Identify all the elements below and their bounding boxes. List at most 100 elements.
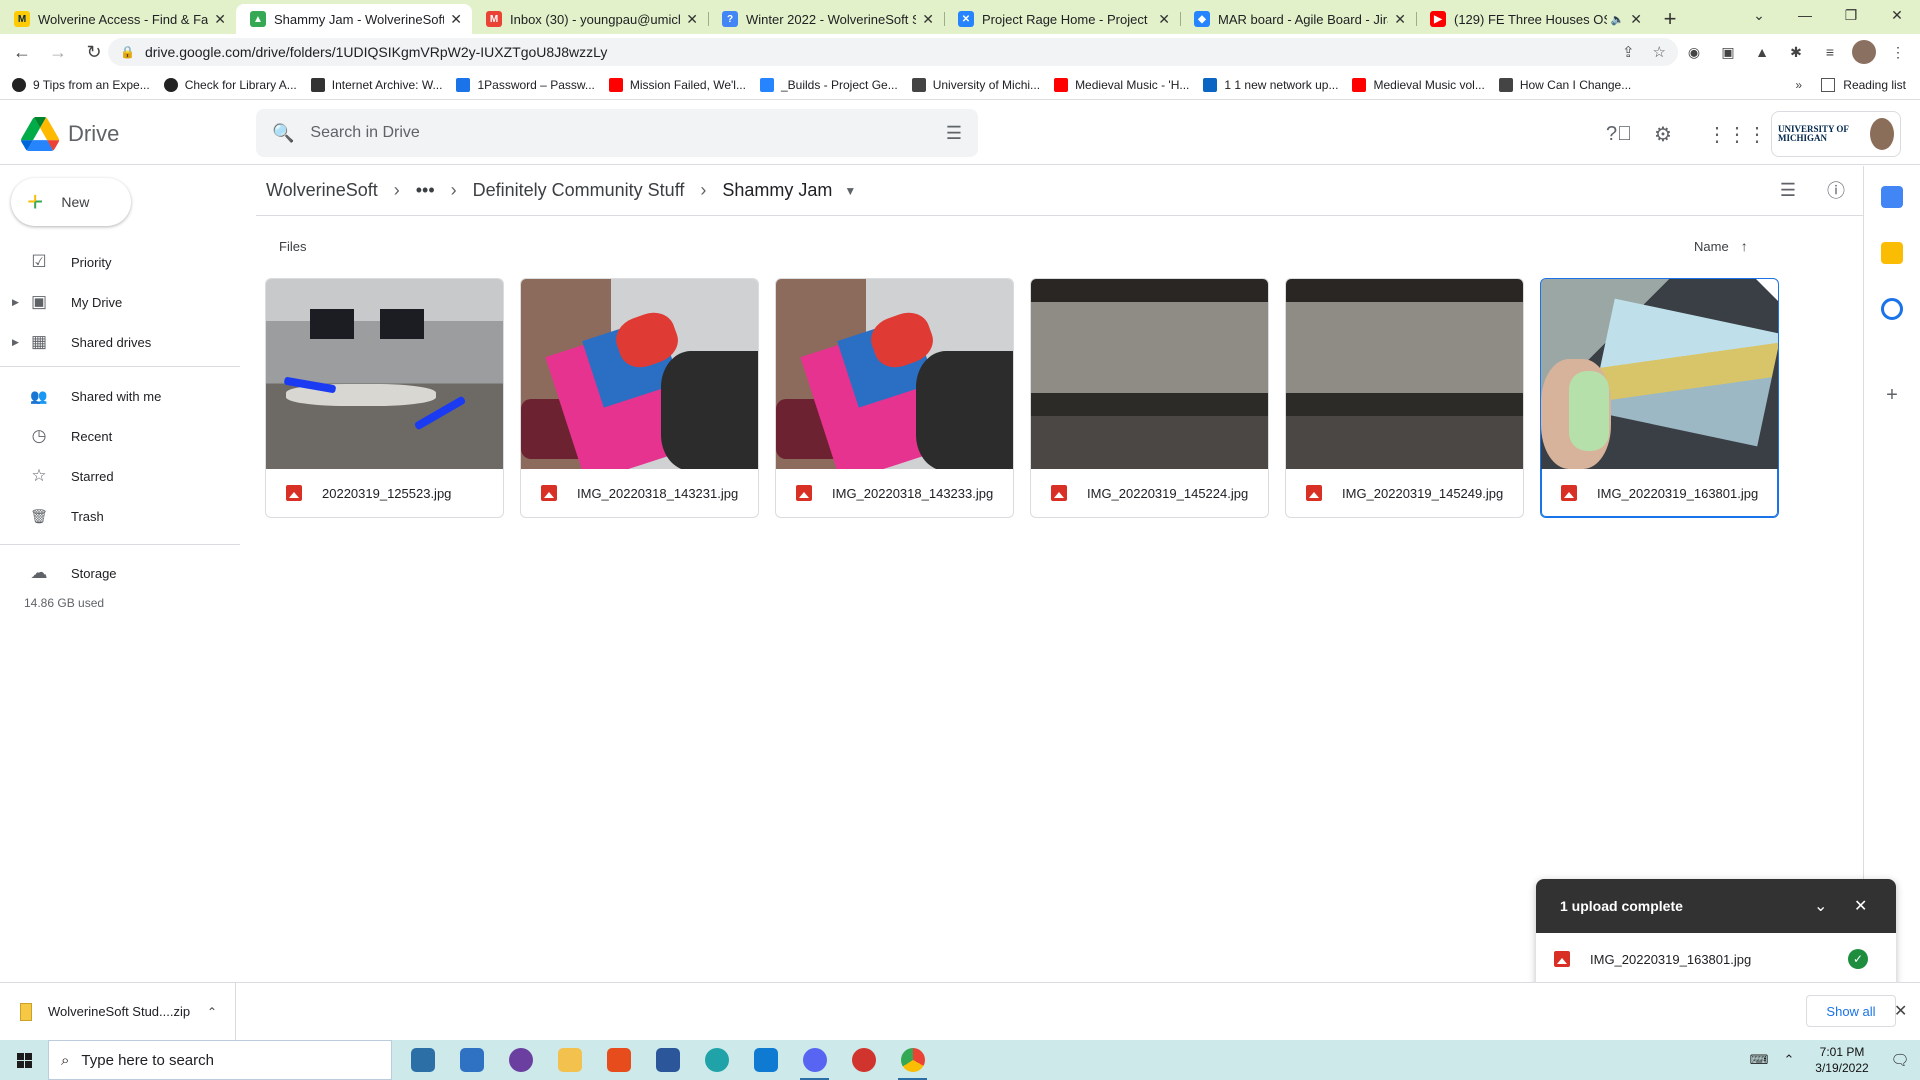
taskbar-app-store-icon[interactable]	[398, 1040, 447, 1080]
info-icon[interactable]: ⓘ	[1824, 178, 1848, 202]
breadcrumb-current[interactable]: Shammy Jam	[712, 176, 842, 205]
nav-starred[interactable]: ☆ Starred	[0, 460, 238, 492]
file-card[interactable]: IMG_20220318_143231.jpg	[520, 278, 759, 518]
expand-arrow-icon[interactable]: ▶	[12, 297, 19, 308]
bookmark-item[interactable]: 1 1 new network up...	[1203, 77, 1338, 92]
help-icon[interactable]: ?⃝	[1606, 121, 1632, 147]
taskbar-word-icon[interactable]	[643, 1040, 692, 1080]
bookmark-item[interactable]: Mission Failed, We'l...	[608, 77, 746, 92]
reload-icon[interactable]: ↻	[80, 38, 108, 66]
account-switcher[interactable]: UNIVERSITY OF MICHIGAN	[1771, 111, 1901, 157]
browser-tab-active[interactable]: ▲ Shammy Jam - WolverineSoft - G ✕	[236, 4, 472, 34]
minimize-icon[interactable]: —	[1782, 0, 1828, 30]
drive-search-box[interactable]: 🔍 Search in Drive ☰	[256, 109, 978, 157]
taskbar-github-icon[interactable]	[496, 1040, 545, 1080]
tab-close-icon[interactable]: ✕	[1394, 11, 1406, 28]
calendar-icon[interactable]	[1881, 186, 1903, 208]
taskbar-office-icon[interactable]	[594, 1040, 643, 1080]
puzzle-icon[interactable]: ✱	[1784, 40, 1808, 64]
url-text[interactable]: drive.google.com/drive/folders/1UDIQSIKg…	[145, 44, 1604, 60]
nav-storage[interactable]: ☁ Storage	[0, 557, 238, 589]
nav-recent[interactable]: ◷ Recent	[0, 420, 238, 452]
speaker-icon[interactable]: 🔈	[1611, 13, 1625, 26]
extension-icon[interactable]: ◉	[1682, 40, 1706, 64]
taskbar-search[interactable]: ⌕ Type here to search	[48, 1040, 392, 1080]
upload-item[interactable]: IMG_20220319_163801.jpg ✓	[1536, 933, 1896, 985]
address-bar[interactable]: 🔒 drive.google.com/drive/folders/1UDIQSI…	[108, 38, 1678, 66]
browser-tab[interactable]: ▶ (129) FE Three Houses OST 🔈 ✕	[1416, 4, 1652, 34]
collapse-chevron-icon[interactable]: ⌄	[1814, 896, 1827, 916]
search-options-icon[interactable]: ☰	[946, 123, 962, 144]
tab-search-icon[interactable]: ⌄	[1736, 0, 1782, 30]
tab-close-icon[interactable]: ✕	[686, 11, 698, 28]
browser-tab[interactable]: ? Winter 2022 - WolverineSoft Stu ✕	[708, 4, 944, 34]
tab-close-icon[interactable]: ✕	[1630, 11, 1642, 28]
file-card[interactable]: IMG_20220319_145249.jpg	[1285, 278, 1524, 518]
add-addon-icon[interactable]: +	[1881, 384, 1903, 406]
nav-shared-with-me[interactable]: 👥 Shared with me	[0, 380, 238, 412]
new-button[interactable]: + New	[11, 178, 131, 226]
bookmark-item[interactable]: University of Michi...	[911, 77, 1040, 92]
sort-by-name[interactable]: Name ↑	[1694, 238, 1748, 254]
caret-down-icon[interactable]: ▼	[844, 184, 856, 198]
tasks-icon[interactable]	[1881, 298, 1903, 320]
bookmark-item[interactable]: Medieval Music - 'H...	[1054, 77, 1189, 92]
bookmark-item[interactable]: Medieval Music vol...	[1352, 77, 1485, 92]
browser-tab[interactable]: M Wolverine Access - Find & Favor ✕	[0, 4, 236, 34]
taskbar-discord-icon[interactable]	[790, 1040, 839, 1080]
breadcrumb-root[interactable]: WolverineSoft	[256, 176, 388, 205]
tab-close-icon[interactable]: ✕	[214, 11, 226, 28]
more-menu-icon[interactable]: ⋮	[1886, 40, 1910, 64]
file-card[interactable]: IMG_20220318_143233.jpg	[775, 278, 1014, 518]
list-view-icon[interactable]: ☰	[1776, 178, 1800, 202]
taskbar-vscode-icon[interactable]	[741, 1040, 790, 1080]
screen-capture-icon[interactable]: ▣	[1716, 40, 1740, 64]
tab-close-icon[interactable]: ✕	[1158, 11, 1170, 28]
browser-tab[interactable]: ✕ Project Rage Home - Project Ra ✕	[944, 4, 1180, 34]
taskbar-mail-icon[interactable]	[447, 1040, 496, 1080]
taskbar-clock[interactable]: 7:01 PM 3/19/2022	[1804, 1044, 1880, 1076]
close-icon[interactable]: ✕	[1894, 1001, 1907, 1021]
file-card-selected[interactable]: IMG_20220319_163801.jpg	[1540, 278, 1779, 518]
close-window-icon[interactable]: ✕	[1874, 0, 1920, 30]
nav-shared-drives[interactable]: ▶ ▦ Shared drives	[0, 326, 238, 358]
taskbar-chrome-icon[interactable]	[888, 1040, 937, 1080]
tray-expand-icon[interactable]: ⌃	[1774, 1052, 1804, 1068]
bookmark-item[interactable]: Check for Library A...	[163, 77, 297, 92]
bookmark-item[interactable]: _Builds - Project Ge...	[759, 77, 898, 92]
file-card[interactable]: 20220319_125523.jpg	[265, 278, 504, 518]
account-avatar[interactable]	[1869, 118, 1894, 150]
bookmark-item[interactable]: How Can I Change...	[1498, 77, 1631, 92]
breadcrumb-parent[interactable]: Definitely Community Stuff	[463, 176, 695, 205]
extension-icon[interactable]: ▲	[1750, 40, 1774, 64]
profile-avatar[interactable]	[1852, 40, 1876, 64]
breadcrumb-more[interactable]: •••	[406, 176, 445, 205]
share-icon[interactable]: ⇪	[1622, 43, 1635, 61]
forward-icon[interactable]: →	[44, 38, 72, 66]
settings-gear-icon[interactable]: ⚙	[1650, 121, 1676, 147]
back-icon[interactable]: ←	[8, 38, 36, 66]
close-icon[interactable]: ✕	[1854, 896, 1867, 916]
expand-arrow-icon[interactable]: ▶	[12, 337, 19, 348]
windows-start-icon[interactable]	[0, 1040, 48, 1080]
media-control-icon[interactable]: ≡	[1818, 40, 1842, 64]
nav-trash[interactable]: 🗑 Trash	[0, 500, 238, 532]
browser-tab[interactable]: M Inbox (30) - youngpau@umich.e ✕	[472, 4, 708, 34]
nav-my-drive[interactable]: ▶ ▣ My Drive	[0, 286, 238, 318]
taskbar-edge-icon[interactable]	[692, 1040, 741, 1080]
bookmark-item[interactable]: 9 Tips from an Expe...	[12, 77, 150, 92]
restore-icon[interactable]: ❐	[1828, 0, 1874, 30]
bookmark-item[interactable]: Internet Archive: W...	[310, 77, 442, 92]
bookmark-item[interactable]: 1Password – Passw...	[456, 77, 595, 92]
taskbar-file-explorer-icon[interactable]	[545, 1040, 594, 1080]
bookmark-star-icon[interactable]: ☆	[1653, 43, 1666, 61]
reading-list-button[interactable]: Reading list	[1821, 78, 1906, 92]
browser-tab[interactable]: ◆ MAR board - Agile Board - Jira ✕	[1180, 4, 1416, 34]
keyboard-icon[interactable]: ⌨	[1744, 1052, 1774, 1068]
new-tab-button[interactable]: +	[1652, 4, 1688, 34]
chevron-up-icon[interactable]: ⌃	[207, 1005, 217, 1019]
taskbar-app-icon[interactable]	[839, 1040, 888, 1080]
show-all-button[interactable]: Show all	[1806, 995, 1896, 1027]
more-bookmarks-icon[interactable]: »	[1795, 78, 1802, 92]
arrow-up-icon[interactable]: ↑	[1741, 238, 1748, 254]
